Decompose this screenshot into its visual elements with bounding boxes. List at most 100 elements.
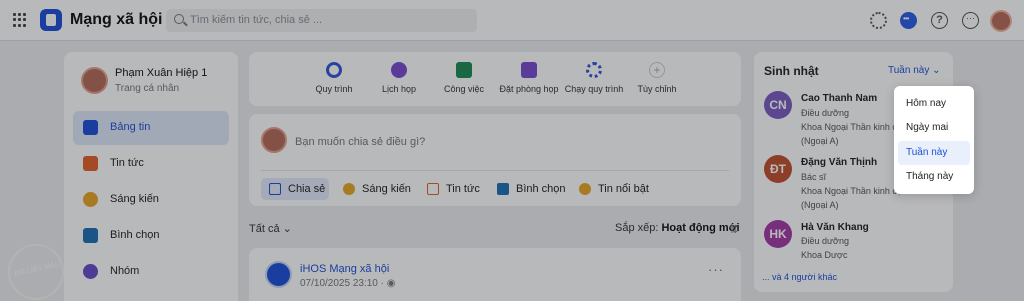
action-label: Bình chọn <box>516 183 566 195</box>
watermark-text: DỮ LIỆU MẪU <box>13 261 61 278</box>
lightbulb-icon <box>83 192 98 207</box>
more-icon[interactable]: ··· <box>962 12 979 29</box>
option-label: Tháng này <box>906 171 954 182</box>
action-tin-noi-bat[interactable]: Tin nổi bật <box>571 178 661 200</box>
user-avatar[interactable] <box>990 10 1012 32</box>
sidebar-item-sang-kien[interactable]: Sáng kiến <box>73 183 229 217</box>
post-more-icon[interactable]: ··· <box>708 262 724 277</box>
profile-name[interactable]: Phạm Xuân Hiệp 1 <box>115 67 207 79</box>
action-binh-chon[interactable]: Bình chọn <box>489 178 567 200</box>
newsfeed-icon <box>83 120 98 135</box>
birthday-range-dropdown: Hôm nay Ngày mai Tuần này Tháng này <box>894 86 974 194</box>
globe-icon: ◉ <box>386 278 396 289</box>
option-label: Tuần này <box>906 147 948 158</box>
profile-subtitle[interactable]: Trang cá nhân <box>115 83 179 94</box>
person-role: Bác sĩ <box>801 172 827 182</box>
dropdown-option-ngay-mai[interactable]: Ngày mai <box>898 116 970 140</box>
composer-input[interactable]: Bạn muốn chia sẻ điều gì? <box>295 136 425 148</box>
app-title[interactable]: Mạng xã hội <box>70 11 162 29</box>
composer-avatar <box>261 127 287 153</box>
feed-filter-label: Tất cả <box>249 223 280 235</box>
feed-post: iHOS Mạng xã hội 07/10/2025 23:10 · ◉ ··… <box>249 248 741 301</box>
sidebar-item-label: Bảng tin <box>110 121 151 133</box>
more-birthdays-link[interactable]: ... và 4 người khác <box>762 272 837 282</box>
plus-icon: + <box>649 62 665 78</box>
room-booking-icon <box>521 62 537 78</box>
sidebar-item-label: Bình chọn <box>110 229 160 241</box>
help-icon[interactable]: ? <box>931 12 948 29</box>
share-icon <box>269 183 281 195</box>
feed-filter-select[interactable]: Tất cả ⌄ <box>249 222 292 235</box>
person-avatar[interactable]: CN <box>764 91 792 119</box>
quick-action-label: Công việc <box>443 84 485 94</box>
action-tin-tuc[interactable]: Tin tức <box>419 178 483 200</box>
action-sang-kien[interactable]: Sáng kiến <box>335 178 411 200</box>
left-sidebar: Phạm Xuân Hiệp 1 Trang cá nhân Bảng tin … <box>64 52 238 301</box>
quick-action-label: Quy trình <box>315 84 353 94</box>
quick-action-quy-trinh[interactable]: Quy trình <box>299 62 369 102</box>
birthday-range-select[interactable]: Tuần này ⌄ <box>888 65 941 76</box>
person-name[interactable]: Hà Văn Khang <box>801 222 869 233</box>
sidebar-item-tin-tuc[interactable]: Tin tức <box>73 147 229 181</box>
news-icon <box>427 183 439 195</box>
sort-label: Sắp xếp: <box>615 222 659 234</box>
search-placeholder: Tìm kiếm tin tức, chia sẻ ... <box>190 14 323 26</box>
quick-action-label: Lịch họp <box>381 84 417 94</box>
group-icon <box>83 264 98 279</box>
meeting-icon <box>391 62 407 78</box>
person-avatar[interactable]: ĐT <box>764 155 792 183</box>
sidebar-item-binh-chon[interactable]: Bình chọn <box>73 219 229 253</box>
person-name[interactable]: Đặng Văn Thịnh <box>801 157 877 168</box>
sidebar-item-bang-tin[interactable]: Bảng tin <box>73 111 229 145</box>
lightbulb-icon <box>343 183 355 195</box>
poll-icon <box>497 183 509 195</box>
top-bar: Mạng xã hội Tìm kiếm tin tức, chia sẻ ..… <box>0 0 1024 41</box>
post-time: 07/10/2025 23:10 · ◉ <box>300 278 396 289</box>
quick-action-tuy-chinh[interactable]: + Tùy chỉnh <box>622 62 692 102</box>
birthday-title: Sinh nhật <box>764 64 819 78</box>
quick-action-lich-hop[interactable]: Lịch họp <box>364 62 434 102</box>
search-input[interactable]: Tìm kiếm tin tức, chia sẻ ... <box>166 9 477 32</box>
post-author-avatar[interactable] <box>265 261 292 288</box>
app-grid-icon[interactable] <box>13 13 27 27</box>
quick-actions-card: Quy trình Lịch họp Công việc Đặt phòng h… <box>249 52 741 106</box>
option-label: Hôm nay <box>906 98 947 109</box>
dropdown-option-thang-nay[interactable]: Tháng này <box>898 165 970 189</box>
action-chia-se[interactable]: Chia sẻ <box>261 178 329 200</box>
dropdown-option-tuan-nay[interactable]: Tuần này <box>898 141 970 165</box>
person-dept: Khoa Dược <box>801 250 848 260</box>
person-role: Điều dưỡng <box>801 236 849 246</box>
quick-action-label: Đặt phòng họp <box>499 84 559 94</box>
gear-icon[interactable] <box>870 12 887 29</box>
process-icon <box>326 62 342 78</box>
person-dept-2: (Ngoại A) <box>801 200 839 210</box>
action-label: Tin nổi bật <box>598 183 649 195</box>
sidebar-item-label: Sáng kiến <box>110 193 159 205</box>
search-icon <box>174 14 184 24</box>
sidebar-item-nhom[interactable]: Nhóm <box>73 255 229 289</box>
post-timestamp: 07/10/2025 23:10 <box>300 278 378 289</box>
action-label: Sáng kiến <box>362 183 411 195</box>
quick-action-cong-viec[interactable]: Công việc <box>429 62 499 102</box>
run-process-icon <box>586 62 602 78</box>
post-author[interactable]: iHOS Mạng xã hội <box>300 263 389 275</box>
sort-order-icon[interactable]: ⇅ <box>729 223 738 236</box>
app-logo-icon[interactable] <box>40 9 62 31</box>
action-label: Chia sẻ <box>288 183 326 195</box>
dropdown-option-hom-nay[interactable]: Hôm nay <box>898 92 970 116</box>
chat-icon[interactable] <box>900 12 917 29</box>
person-dept: Khoa Ngoại Thần kinh cột <box>801 186 905 196</box>
profile-avatar[interactable] <box>81 67 108 94</box>
task-icon <box>456 62 472 78</box>
sort-select[interactable]: Sắp xếp: Hoạt động mới <box>615 222 740 234</box>
post-composer: Bạn muốn chia sẻ điều gì? Chia sẻ Sáng k… <box>249 114 741 206</box>
person-dept: Khoa Ngoại Thần kinh cột <box>801 122 905 132</box>
quick-action-chay-quy-trinh[interactable]: Chạy quy trình <box>559 62 629 102</box>
person-name[interactable]: Cao Thanh Nam <box>801 93 877 104</box>
birthday-range-label: Tuần này <box>888 65 930 76</box>
chevron-down-icon: ⌄ <box>932 65 941 76</box>
person-dept-2: (Ngoại A) <box>801 136 839 146</box>
quick-action-dat-phong-hop[interactable]: Đặt phòng họp <box>494 62 564 102</box>
option-label: Ngày mai <box>906 122 949 133</box>
person-avatar[interactable]: HK <box>764 220 792 248</box>
